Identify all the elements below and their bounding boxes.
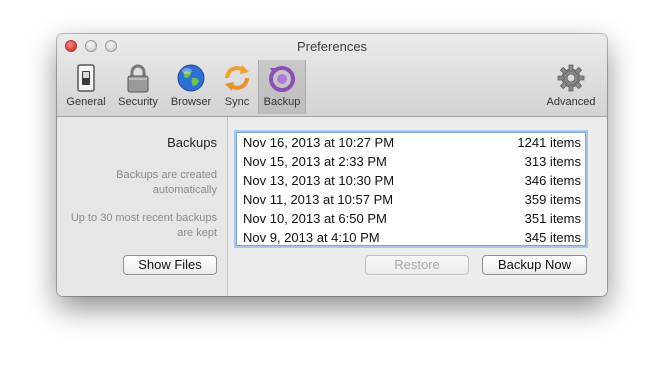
toolbar-item-advanced[interactable]: Advanced <box>541 60 601 114</box>
backup-now-button[interactable]: Backup Now <box>482 255 587 275</box>
backup-item-count: 313 items <box>524 154 581 169</box>
backups-panel: Nov 16, 2013 at 10:27 PM 1241 items Nov … <box>228 117 607 296</box>
restore-button[interactable]: Restore <box>365 255 469 275</box>
show-files-button[interactable]: Show Files <box>123 255 217 275</box>
globe-icon <box>177 64 205 92</box>
toolbar-item-security[interactable]: Security <box>113 60 163 114</box>
toolbar-label: Advanced <box>546 96 596 108</box>
toolbar-label: Backup <box>263 96 301 108</box>
toolbar-label: Browser <box>170 96 212 108</box>
list-item[interactable]: Nov 9, 2013 at 4:10 PM 345 items <box>243 228 581 245</box>
backups-list[interactable]: Nov 16, 2013 at 10:27 PM 1241 items Nov … <box>236 132 586 246</box>
backup-date: Nov 16, 2013 at 10:27 PM <box>243 135 395 150</box>
backup-date: Nov 10, 2013 at 6:50 PM <box>243 211 387 226</box>
list-item[interactable]: Nov 13, 2013 at 10:30 PM 346 items <box>243 171 581 190</box>
sync-icon <box>225 65 249 91</box>
backup-item-count: 1241 items <box>517 135 581 150</box>
list-item[interactable]: Nov 16, 2013 at 10:27 PM 1241 items <box>243 133 581 152</box>
backup-item-count: 351 items <box>524 211 581 226</box>
list-item[interactable]: Nov 10, 2013 at 6:50 PM 351 items <box>243 209 581 228</box>
preferences-window: Preferences General Security Browser Syn… <box>57 34 607 296</box>
backup-date: Nov 15, 2013 at 2:33 PM <box>243 154 387 169</box>
window-title: Preferences <box>296 39 368 54</box>
toolbar-item-browser[interactable]: Browser <box>165 60 217 114</box>
backups-note-retention: Up to 30 most recent backups are kept <box>70 212 217 239</box>
backup-item-count: 346 items <box>524 173 581 188</box>
titlebar: Preferences General Security Browser Syn… <box>57 34 607 117</box>
backups-note-automatic: Backups are created automatically <box>116 169 217 196</box>
list-item[interactable]: Nov 11, 2013 at 10:57 PM 359 items <box>243 190 581 209</box>
backups-heading: Backups <box>167 135 217 150</box>
backup-date: Nov 13, 2013 at 10:30 PM <box>243 173 395 188</box>
backup-date: Nov 11, 2013 at 10:57 PM <box>243 192 394 207</box>
switch-icon <box>77 64 95 92</box>
backup-item-count: 345 items <box>524 230 581 245</box>
gear-icon <box>557 64 585 92</box>
toolbar-label: General <box>66 96 106 108</box>
toolbar-item-sync[interactable]: Sync <box>219 60 255 114</box>
list-item[interactable]: Nov 15, 2013 at 2:33 PM 313 items <box>243 152 581 171</box>
backup-date: Nov 9, 2013 at 4:10 PM <box>243 230 380 245</box>
toolbar-item-backup[interactable]: Backup <box>258 60 306 114</box>
backups-sidebar: Backups Backups are created automaticall… <box>57 117 228 296</box>
backup-item-count: 359 items <box>524 192 581 207</box>
backup-icon <box>269 66 295 92</box>
toolbar-label: Sync <box>224 96 250 108</box>
toolbar-label: Security <box>118 96 158 108</box>
padlock-icon <box>127 64 149 93</box>
toolbar-item-general[interactable]: General <box>61 60 111 114</box>
